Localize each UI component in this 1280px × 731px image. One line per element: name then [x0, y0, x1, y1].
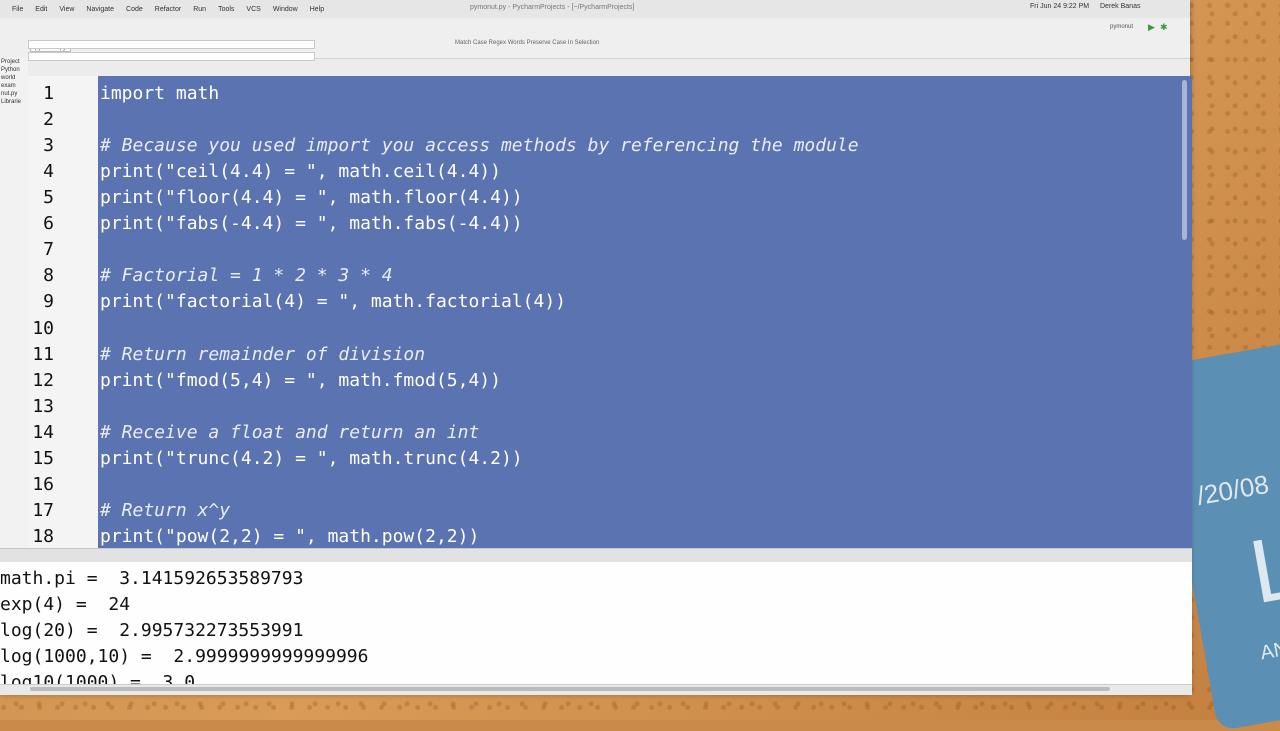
run-icon[interactable]: ▶	[1148, 22, 1155, 33]
line-number: 12	[32, 370, 54, 391]
menu-bar: File Edit View Navigate Code Refactor Ru…	[0, 0, 1190, 19]
line-number: 15	[32, 448, 54, 469]
console-horizontal-scrollbar[interactable]	[30, 687, 1110, 691]
code-line[interactable]: # Factorial = 1 * 2 * 3 * 4	[100, 265, 393, 286]
sticker-date: /20/08	[1194, 468, 1272, 511]
sticker-letter: L	[1242, 515, 1280, 624]
code-line[interactable]: # Receive a float and return an int	[100, 422, 479, 443]
debug-icon[interactable]: ✱	[1160, 22, 1168, 33]
code-line[interactable]: print("fmod(5,4) = ", math.fmod(5,4))	[100, 370, 501, 391]
code-line[interactable]: print("fabs(-4.4) = ", math.fabs(-4.4))	[100, 213, 523, 234]
sidebar-item-project[interactable]: Project	[0, 58, 28, 66]
line-number: 3	[43, 135, 54, 156]
console-line: log10(1000) = 3.0	[0, 672, 196, 684]
editor-scrollbar[interactable]	[1182, 80, 1187, 240]
line-number: 11	[32, 344, 54, 365]
system-clock: Fri Jun 24 9:22 PM	[1030, 3, 1090, 10]
line-number: 5	[43, 187, 54, 208]
line-number: 17	[32, 500, 54, 521]
code-line[interactable]: print("factorial(4) = ", math.factorial(…	[100, 291, 566, 312]
code-line[interactable]: # Return remainder of division	[100, 344, 425, 365]
line-number: 2	[43, 109, 54, 130]
code-line[interactable]: print("trunc(4.2) = ", math.trunc(4.2))	[100, 448, 523, 469]
find-options[interactable]: Match Case Regex Words Preserve Case In …	[455, 40, 599, 46]
code-line[interactable]: # Because you used import you access met…	[100, 135, 859, 156]
line-number: 18	[32, 526, 54, 547]
sidebar-item-exam[interactable]: exam	[0, 82, 28, 90]
menu-edit[interactable]: Edit	[35, 6, 47, 13]
line-number: 13	[32, 396, 54, 417]
menu-run[interactable]: Run	[193, 6, 206, 13]
menu-window[interactable]: Window	[273, 6, 298, 13]
menu-refactor[interactable]: Refactor	[155, 6, 181, 13]
code-editor[interactable]: import math # Because you used import yo…	[98, 76, 1192, 548]
menu-navigate[interactable]: Navigate	[86, 6, 114, 13]
line-number: 10	[32, 318, 54, 339]
code-line[interactable]: print("floor(4.4) = ", math.floor(4.4))	[100, 187, 523, 208]
line-number-gutter: 1 2 3 4 5 6 7 8 9 10 11 12 13 14 15 16 1…	[28, 76, 99, 548]
console-line: math.pi = 3.141592653589793	[0, 568, 304, 589]
run-config-select[interactable]: pymonut	[1110, 24, 1133, 30]
menu-help[interactable]: Help	[310, 6, 324, 13]
menu-file[interactable]: File	[12, 6, 23, 13]
project-sidebar: Project Python world exam nut.py Librari…	[0, 58, 28, 548]
line-number: 14	[32, 422, 54, 443]
line-number: 9	[43, 291, 54, 312]
console-line: log(20) = 2.995732273553991	[0, 620, 304, 641]
console-line: log(1000,10) = 2.9999999999999996	[0, 646, 369, 667]
code-line[interactable]: # Return x^y	[100, 500, 230, 521]
window-title: pymonut.py - PycharmProjects - [~/Pychar…	[470, 4, 635, 11]
code-line[interactable]: import math	[100, 83, 219, 104]
line-number: 16	[32, 474, 54, 495]
sidebar-item-world[interactable]: world	[0, 74, 28, 82]
user-name[interactable]: Derek Banas	[1100, 3, 1140, 10]
menu-view[interactable]: View	[59, 6, 74, 13]
find-input[interactable]	[28, 40, 315, 49]
line-number: 1	[43, 83, 54, 104]
console-line: exp(4) = 24	[0, 594, 131, 615]
sidebar-item-nut[interactable]: nut.py	[0, 90, 28, 98]
line-number: 6	[43, 213, 54, 234]
code-line[interactable]: print("pow(2,2) = ", math.pow(2,2))	[100, 526, 479, 547]
line-number: 4	[43, 161, 54, 182]
ide-window: File Edit View Navigate Code Refactor Ru…	[0, 0, 1192, 695]
menu-vcs[interactable]: VCS	[246, 6, 260, 13]
line-number: 7	[43, 239, 54, 260]
replace-input[interactable]	[28, 52, 315, 61]
run-console: math.pi = 3.141592653589793 exp(4) = 24 …	[0, 562, 1192, 684]
sticker-word: ANDS	[1258, 633, 1280, 665]
code-line[interactable]: print("ceil(4.4) = ", math.ceil(4.4))	[100, 161, 501, 182]
sidebar-item-python[interactable]: Python	[0, 66, 28, 74]
menu-code[interactable]: Code	[126, 6, 143, 13]
line-number: 8	[43, 265, 54, 286]
menu-tools[interactable]: Tools	[218, 6, 234, 13]
sidebar-item-libraries[interactable]: Librarie	[0, 98, 28, 106]
